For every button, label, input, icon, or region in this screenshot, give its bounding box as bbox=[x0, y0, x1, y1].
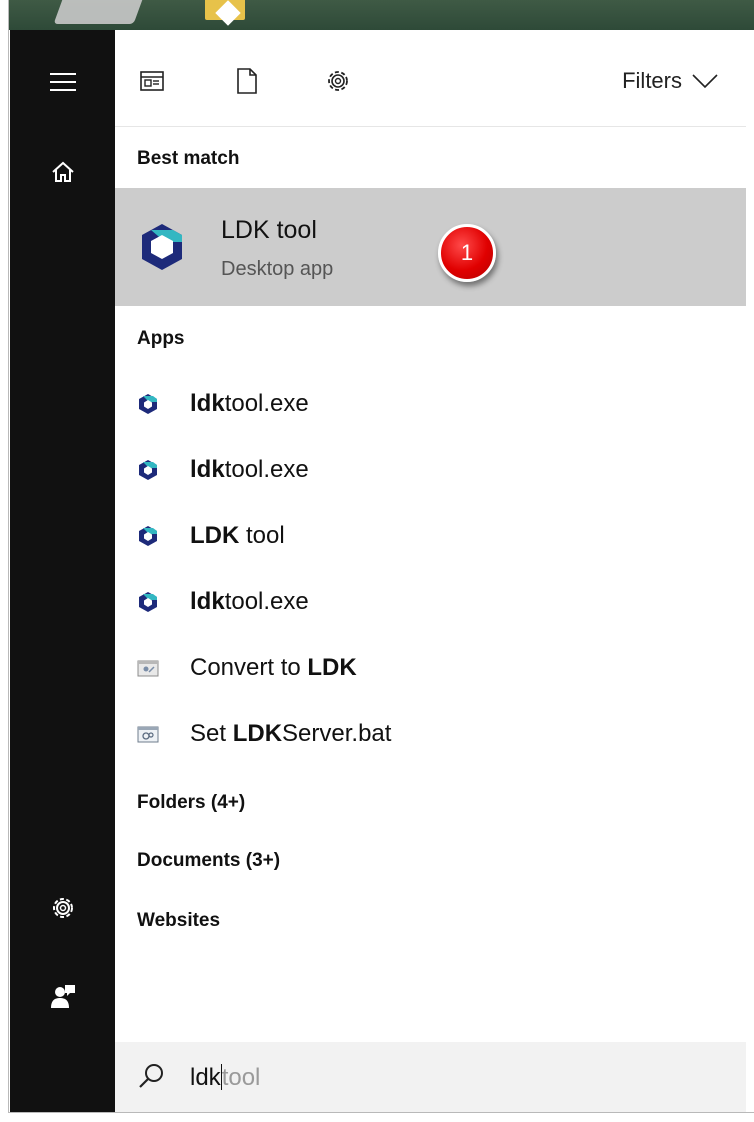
app-result-item[interactable]: Set LDKServer.bat bbox=[115, 700, 746, 766]
ldk-app-icon bbox=[139, 394, 157, 414]
documents-category[interactable]: Documents (3+) bbox=[137, 850, 280, 872]
apps-heading: Apps bbox=[137, 328, 185, 349]
settings-button[interactable] bbox=[10, 878, 115, 938]
match-text: LDK bbox=[232, 720, 283, 747]
match-text: ldk bbox=[190, 456, 225, 483]
best-match-title: LDK tool bbox=[221, 216, 317, 244]
match-text: ldk bbox=[190, 390, 225, 417]
start-menu-rail bbox=[10, 30, 115, 1112]
ldk-app-icon bbox=[139, 592, 157, 612]
user-feedback-button[interactable] bbox=[10, 966, 115, 1026]
filters-dropdown[interactable]: Filters bbox=[622, 66, 718, 96]
best-match-heading: Best match bbox=[137, 148, 240, 169]
document-icon bbox=[237, 68, 257, 94]
callout-badge: 1 bbox=[438, 224, 496, 282]
rest-text: Server.bat bbox=[282, 720, 392, 747]
desktop-icon bbox=[53, 0, 145, 24]
autocomplete-suggestion: tool bbox=[221, 1064, 261, 1091]
search-icon bbox=[139, 1064, 163, 1088]
desktop-background bbox=[9, 0, 754, 30]
best-match-subtitle: Desktop app bbox=[221, 258, 334, 280]
chevron-down-icon bbox=[692, 74, 718, 89]
shortcut-icon bbox=[137, 660, 159, 677]
ldk-app-icon bbox=[139, 460, 157, 480]
home-button[interactable] bbox=[10, 142, 115, 202]
websites-category[interactable]: Websites bbox=[137, 910, 220, 932]
filters-label: Filters bbox=[622, 68, 682, 93]
match-text: ldk bbox=[190, 588, 225, 615]
search-toolbar: Filters bbox=[115, 30, 746, 127]
pre-text: Convert to bbox=[190, 654, 308, 681]
settings-filter-button[interactable] bbox=[323, 66, 353, 96]
app-window-icon bbox=[140, 71, 164, 91]
match-text: LDK bbox=[190, 522, 240, 549]
rest-text: tool.exe bbox=[224, 390, 309, 417]
home-icon bbox=[51, 161, 74, 182]
hamburger-icon bbox=[49, 73, 76, 91]
app-result-item[interactable]: Convert to LDK bbox=[115, 634, 746, 700]
app-result-item[interactable]: ldktool.exe bbox=[115, 568, 746, 634]
search-box[interactable]: ldktool bbox=[115, 1042, 746, 1112]
pre-text: Set bbox=[190, 720, 233, 747]
app-result-item[interactable]: LDK tool bbox=[115, 502, 746, 568]
rest-text: tool bbox=[239, 522, 285, 549]
ldk-app-icon bbox=[142, 224, 182, 270]
search-input[interactable]: ldktool bbox=[190, 1064, 260, 1092]
documents-filter-button[interactable] bbox=[232, 66, 262, 96]
feedback-person-icon bbox=[50, 985, 75, 1008]
apps-filter-button[interactable] bbox=[137, 66, 167, 96]
best-match-result[interactable]: LDK tool Desktop app bbox=[115, 188, 746, 306]
search-results-panel: Filters Best match LDK tool Desktop app … bbox=[115, 30, 746, 1112]
app-result-item[interactable]: ldktool.exe bbox=[115, 370, 746, 436]
batch-file-icon bbox=[137, 726, 159, 743]
gear-icon bbox=[52, 898, 73, 918]
hamburger-menu-button[interactable] bbox=[10, 52, 115, 112]
match-text: LDK bbox=[307, 654, 357, 681]
rest-text: tool.exe bbox=[224, 456, 309, 483]
typed-query: ldk bbox=[190, 1064, 221, 1091]
folders-category[interactable]: Folders (4+) bbox=[137, 792, 245, 814]
ldk-app-icon bbox=[139, 526, 157, 546]
rest-text: tool.exe bbox=[224, 588, 309, 615]
app-result-item[interactable]: ldktool.exe bbox=[115, 436, 746, 502]
gear-icon bbox=[328, 71, 348, 91]
